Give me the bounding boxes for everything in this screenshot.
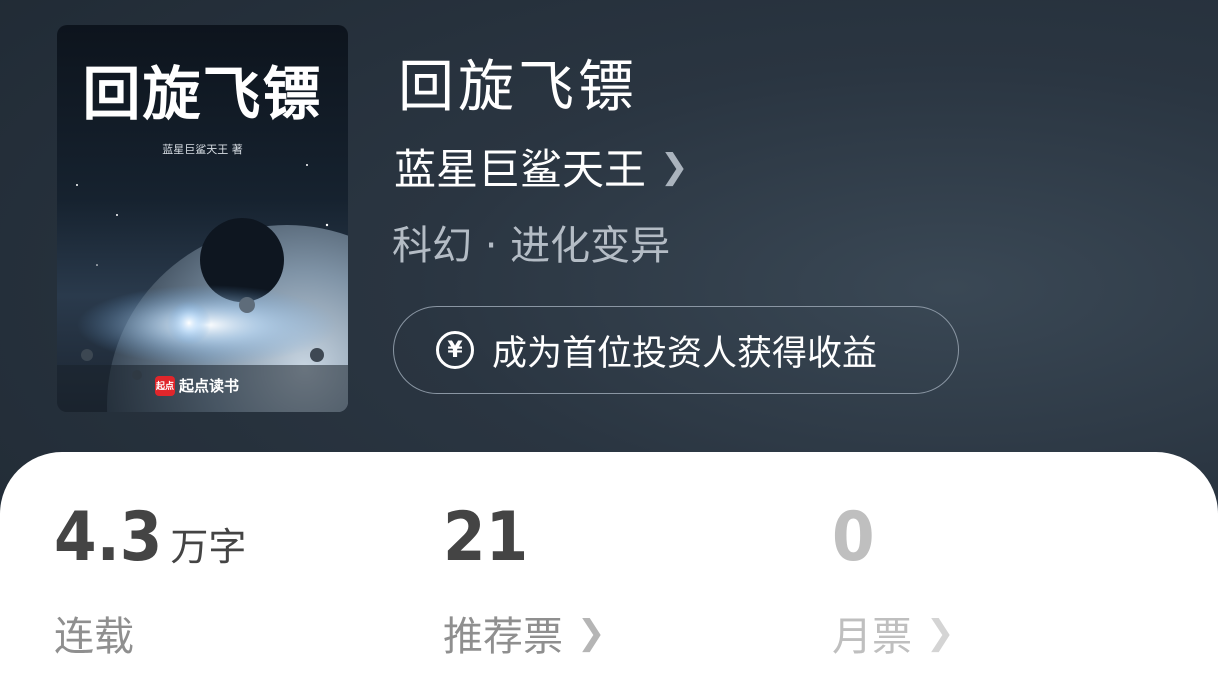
stat-words-value: 4.3	[54, 498, 163, 577]
stat-monthly-value: 0	[832, 498, 875, 577]
stat-words-unit: 万字	[170, 525, 247, 569]
invest-button[interactable]: ¥ 成为首位投资人获得收益	[393, 306, 959, 394]
chevron-right-icon: ❯	[660, 146, 689, 187]
stat-recommend-value-row: 21	[443, 504, 606, 572]
cover-title: 回旋飞镖	[82, 60, 323, 128]
book-title: 回旋飞镖	[398, 55, 638, 120]
stat-monthly[interactable]: 0 月票 ❯	[832, 504, 955, 662]
book-cover[interactable]: 回旋飞镖 蓝星巨鲨天王 著 起点 起点读书	[57, 25, 348, 412]
stat-monthly-label: 月票 ❯	[832, 604, 955, 662]
stat-words-label-text: 连载	[54, 614, 134, 660]
stat-words-label: 连载	[54, 604, 246, 662]
author-link[interactable]: 蓝星巨鲨天王 ❯	[394, 136, 689, 197]
cover-author: 蓝星巨鲨天王 著	[162, 143, 243, 156]
cover-brand: 起点 起点读书	[155, 375, 239, 396]
stat-recommend-label-text: 推荐票	[443, 614, 563, 660]
stat-monthly-label-text: 月票	[832, 614, 912, 660]
chevron-right-icon: ❯	[577, 613, 606, 653]
invest-label: 成为首位投资人获得收益	[492, 333, 878, 374]
stat-recommend-label: 推荐票 ❯	[443, 604, 606, 662]
author-name: 蓝星巨鲨天王	[394, 145, 647, 194]
yen-circle-icon: ¥	[436, 331, 474, 369]
stat-words-value-row: 4.3 万字	[54, 504, 246, 572]
stat-recommend[interactable]: 21 推荐票 ❯	[443, 504, 606, 662]
stats-panel: 4.3 万字 连载 21 推荐票 ❯ 0 月票 ❯	[0, 452, 1218, 692]
cover-brand-label: 起点读书	[179, 377, 240, 395]
stat-recommend-value: 21	[443, 498, 529, 577]
book-genre: 科幻 · 进化变异	[392, 223, 671, 269]
stat-words: 4.3 万字 连载	[54, 504, 246, 662]
chevron-right-icon: ❯	[926, 613, 955, 653]
stat-monthly-value-row: 0	[832, 504, 955, 572]
qidian-logo-icon: 起点	[155, 375, 175, 396]
